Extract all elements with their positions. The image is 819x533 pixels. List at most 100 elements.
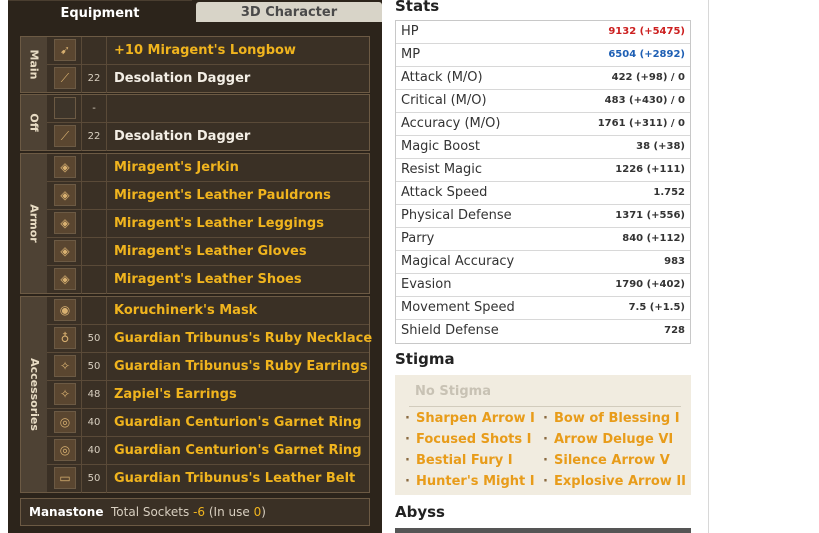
group-off: Off - ⟋ 22 Desolation Dagger	[20, 94, 370, 151]
item-row[interactable]: ➹ +10 Miragent's Longbow	[47, 37, 369, 65]
item-level	[81, 182, 107, 210]
stat-row: Magic Boost 38 (+38)	[396, 136, 690, 159]
stat-row: Magical Accuracy 983	[396, 251, 690, 274]
item-name[interactable]: Miragent's Leather Gloves	[114, 238, 307, 266]
stat-row: HP 9132 (+5475)	[396, 21, 690, 44]
group-label-off: Off	[21, 95, 47, 150]
item-name[interactable]: Miragent's Leather Pauldrons	[114, 182, 331, 210]
dagger-icon: ⟋	[54, 125, 76, 147]
stat-row: Attack (M/O) 422 (+98) / 0	[396, 67, 690, 90]
stat-row: Shield Defense 728	[401, 323, 685, 338]
item-name[interactable]: Guardian Centurion's Garnet Ring	[114, 437, 362, 465]
stat-row: Evasion 1790 (+402)	[396, 274, 690, 297]
abyss-section-bar	[395, 528, 691, 533]
no-stigma-label: No Stigma	[415, 384, 491, 399]
item-name[interactable]: Desolation Dagger	[114, 65, 250, 93]
mask-icon: ◉	[54, 299, 76, 321]
ring-icon: ◎	[54, 411, 76, 433]
pauldrons-icon: ◈	[54, 184, 76, 206]
stat-row: Movement Speed 7.5 (+1.5)	[396, 297, 690, 320]
earrings-icon: ✧	[54, 383, 76, 405]
item-name[interactable]: Guardian Tribunus's Ruby Necklace	[114, 325, 372, 353]
item-name[interactable]: Guardian Tribunus's Leather Belt	[114, 465, 355, 493]
item-row[interactable]: ◎ 40 Guardian Centurion's Garnet Ring	[47, 437, 369, 465]
item-level	[81, 210, 107, 238]
stat-row: Accuracy (M/O) 1761 (+311) / 0	[396, 113, 690, 136]
equipment-panel: Equipment 3D Character Main ➹ +10 Mirage…	[8, 0, 382, 533]
belt-icon: ▭	[54, 467, 76, 489]
stat-row: Physical Defense 1371 (+556)	[396, 205, 690, 228]
manastone-label: Manastone	[29, 505, 104, 519]
stigma-title: Stigma	[395, 350, 455, 368]
earrings-icon: ✧	[54, 355, 76, 377]
item-name[interactable]: Desolation Dagger	[114, 123, 250, 151]
item-name[interactable]: Miragent's Jerkin	[114, 154, 239, 182]
item-level	[81, 297, 107, 325]
group-label-accessories: Accessories	[21, 297, 47, 492]
item-row[interactable]: ◎ 40 Guardian Centurion's Garnet Ring	[47, 409, 369, 437]
stigma-skill-link[interactable]: Bow of Blessing I	[543, 411, 679, 426]
item-level: 50	[81, 465, 107, 493]
stat-row: MP 6504 (+2892)	[396, 44, 690, 67]
item-name[interactable]: Guardian Centurion's Garnet Ring	[114, 409, 362, 437]
item-level	[81, 266, 107, 294]
stats-title: Stats	[395, 0, 440, 15]
item-level	[81, 37, 107, 65]
group-armor: Armor ◈ Miragent's Jerkin ◈ Miragent's L…	[20, 153, 370, 294]
item-row[interactable]: ✧ 50 Guardian Tribunus's Ruby Earrings	[47, 353, 369, 381]
item-level	[81, 154, 107, 182]
stigma-skill-link[interactable]: Silence Arrow V	[543, 453, 670, 468]
stat-row: Attack Speed 1.752	[396, 182, 690, 205]
item-name[interactable]: Zapiel's Earrings	[114, 381, 237, 409]
item-level: 50	[81, 353, 107, 381]
group-label-armor: Armor	[21, 154, 47, 293]
stigma-skill-link[interactable]: Sharpen Arrow I	[405, 411, 535, 426]
stats-table: HP 9132 (+5475) MP 6504 (+2892) Attack (M/…	[395, 20, 691, 344]
stigma-divider	[409, 406, 681, 407]
item-level: 22	[81, 123, 107, 151]
dagger-icon: ⟋	[54, 67, 76, 89]
jerkin-icon: ◈	[54, 156, 76, 178]
group-label-main: Main	[21, 37, 47, 92]
tab-equipment[interactable]: Equipment	[8, 0, 192, 25]
stigma-skill-link[interactable]: Focused Shots I	[405, 432, 531, 447]
item-name[interactable]: Miragent's Leather Leggings	[114, 210, 324, 238]
item-row[interactable]: ◈ Miragent's Leather Leggings	[47, 210, 369, 238]
item-level	[81, 238, 107, 266]
item-level: 50	[81, 325, 107, 353]
stats-panel: Stats HP 9132 (+5475) MP 6504 (+2892) Atta…	[382, 0, 709, 533]
item-level: 22	[81, 65, 107, 93]
group-accessories: Accessories ◉ Koruchinerk's Mask ♁ 50 Gu…	[20, 296, 372, 493]
group-main: Main ➹ +10 Miragent's Longbow ⟋ 22 Desol…	[20, 36, 370, 93]
stat-row: Critical (M/O) 483 (+430) / 0	[396, 90, 690, 113]
stat-row: Parry 840 (+112)	[396, 228, 690, 251]
stigma-skill-link[interactable]: Hunter's Might I	[405, 474, 535, 489]
stigma-skill-link[interactable]: Arrow Deluge VI	[543, 432, 673, 447]
item-name[interactable]: Miragent's Leather Shoes	[114, 266, 302, 294]
item-row[interactable]: ◈ Miragent's Leather Gloves	[47, 238, 369, 266]
item-row[interactable]: ▭ 50 Guardian Tribunus's Leather Belt	[47, 465, 369, 493]
stigma-skill-link[interactable]: Bestial Fury I	[405, 453, 513, 468]
item-name[interactable]: +10 Miragent's Longbow	[114, 37, 296, 65]
item-row[interactable]: ⟋ 22 Desolation Dagger	[47, 65, 369, 93]
manastone-sockets-text: Total Sockets -6 (In use 0)	[111, 505, 266, 519]
item-row[interactable]: ◈ Miragent's Leather Pauldrons	[47, 182, 369, 210]
empty-slot-icon	[54, 97, 76, 119]
item-row[interactable]: ✧ 48 Zapiel's Earrings	[47, 381, 369, 409]
item-row[interactable]: ◈ Miragent's Leather Shoes	[47, 266, 369, 294]
item-row[interactable]: ♁ 50 Guardian Tribunus's Ruby Necklace	[47, 325, 372, 353]
tab-3d-character[interactable]: 3D Character	[196, 2, 382, 22]
item-row[interactable]: ⟋ 22 Desolation Dagger	[47, 123, 369, 151]
item-row[interactable]: ◉ Koruchinerk's Mask	[47, 297, 369, 325]
stat-row: Resist Magic 1226 (+111)	[396, 159, 690, 182]
leggings-icon: ◈	[54, 212, 76, 234]
item-name[interactable]: Koruchinerk's Mask	[114, 297, 257, 325]
item-row[interactable]: ◈ Miragent's Jerkin	[47, 154, 369, 182]
stigma-skill-link[interactable]: Explosive Arrow II	[543, 474, 686, 489]
item-level: -	[81, 95, 107, 123]
necklace-icon: ♁	[54, 327, 76, 349]
item-name[interactable]: Guardian Tribunus's Ruby Earrings	[114, 353, 368, 381]
stigma-box: No Stigma Sharpen Arrow I Focused Shots …	[395, 375, 691, 495]
bow-icon: ➹	[54, 39, 76, 61]
item-row[interactable]: -	[47, 95, 369, 123]
